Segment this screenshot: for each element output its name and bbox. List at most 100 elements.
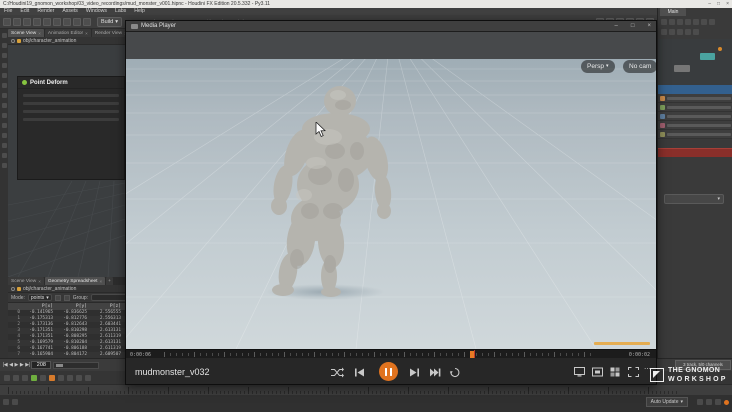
desktop-selector[interactable]: Build ▾ — [97, 16, 122, 27]
viewport-tool-icon[interactable] — [1, 33, 7, 38]
network-toolbar-icon[interactable] — [685, 19, 691, 25]
minimize-icon[interactable]: – — [615, 21, 618, 32]
update-indicator-icon[interactable] — [724, 399, 729, 405]
menu-item-help[interactable]: Help — [130, 8, 149, 15]
network-toolbar-icon[interactable] — [677, 19, 683, 25]
viewport-tool-icon[interactable] — [1, 73, 7, 78]
channels-icon[interactable] — [610, 367, 620, 377]
menu-item-edit[interactable]: Edit — [16, 8, 33, 15]
network-toolbar-icon[interactable] — [677, 29, 683, 35]
viewport-tool-icon[interactable] — [1, 93, 7, 98]
mode-select[interactable]: points ▾ — [27, 294, 52, 301]
tab-close-icon[interactable]: × — [38, 279, 41, 284]
viewport-tool-icon[interactable] — [1, 143, 7, 148]
maximize-icon[interactable]: □ — [631, 21, 635, 32]
media-viewport[interactable]: Persp ▾ No cam — [126, 32, 656, 349]
node-list-item[interactable] — [658, 130, 732, 139]
maximize-icon[interactable]: □ — [717, 0, 720, 8]
status-icon[interactable] — [3, 399, 9, 405]
tab-animation-editor[interactable]: Animation Editor × — [44, 29, 91, 37]
menu-item-file[interactable]: File — [0, 8, 16, 15]
menu-item-assets[interactable]: Assets — [58, 8, 82, 15]
point-deform-panel[interactable]: Point Deform — [17, 76, 125, 180]
viewport-tool-icon[interactable] — [1, 163, 7, 168]
network-node[interactable] — [674, 65, 690, 72]
status-icon[interactable] — [715, 399, 721, 405]
aspect-ratio-icon[interactable] — [592, 367, 603, 377]
network-toolbar-icon[interactable] — [661, 19, 667, 25]
menu-item-render[interactable]: Render — [33, 8, 58, 15]
fullscreen-icon[interactable] — [628, 367, 639, 377]
viewport-tool-icon[interactable] — [1, 83, 7, 88]
close-icon[interactable]: × — [647, 21, 651, 32]
selected-path-bar[interactable] — [658, 85, 732, 94]
play-pause-button[interactable] — [379, 362, 398, 381]
status-icon[interactable] — [12, 399, 18, 405]
loop-icon[interactable] — [449, 367, 461, 378]
playbar-toggle-icon[interactable] — [58, 374, 64, 381]
spreadsheet-option-icon[interactable] — [54, 294, 61, 301]
status-icon[interactable] — [697, 399, 703, 405]
display-options-icon[interactable] — [574, 367, 585, 377]
toolbar-icon[interactable] — [83, 17, 91, 26]
toolbar-icon[interactable] — [33, 17, 41, 26]
network-toolbar-icon[interactable] — [693, 19, 699, 25]
playbar-toggle-icon[interactable] — [40, 374, 46, 381]
skip-forward-icon[interactable] — [429, 367, 441, 378]
playbar-toggle-icon[interactable] — [4, 374, 10, 381]
viewport-tool-icon[interactable] — [1, 113, 7, 118]
new-tab-button[interactable]: + — [106, 277, 113, 285]
persp-view-button[interactable]: Persp ▾ — [581, 60, 615, 73]
toolbar-icon[interactable] — [23, 17, 31, 26]
network-toolbar-icon[interactable] — [709, 19, 715, 25]
network-toolbar-icon[interactable] — [669, 19, 675, 25]
auto-update-selector[interactable]: Auto Update ▾ — [645, 397, 688, 407]
playbar-toggle-icon[interactable] — [31, 374, 37, 381]
node-list-item[interactable] — [658, 112, 732, 121]
go-to-end-button[interactable]: ▶| — [25, 362, 30, 368]
viewport-tool-icon[interactable] — [1, 43, 7, 48]
node-list-item[interactable] — [658, 103, 732, 112]
viewport-tool-icon[interactable] — [1, 103, 7, 108]
current-frame-field[interactable]: 208 — [31, 361, 52, 369]
minimize-icon[interactable]: – — [708, 0, 711, 8]
playbar-toggle-icon[interactable] — [22, 374, 28, 381]
playbar-toggle-icon[interactable] — [67, 374, 73, 381]
tab-geometry-spreadsheet[interactable]: Geometry Spreadsheet × — [44, 277, 106, 285]
network-toolbar-icon[interactable] — [685, 29, 691, 35]
menu-item-windows[interactable]: Windows — [82, 8, 111, 15]
playbar-toggle-icon[interactable] — [76, 374, 82, 381]
next-frame-button[interactable]: ▶ — [20, 362, 24, 368]
network-toolbar-icon[interactable] — [693, 29, 699, 35]
network-node[interactable] — [700, 53, 715, 60]
viewport-tool-icon[interactable] — [1, 123, 7, 128]
pin-icon[interactable] — [11, 286, 15, 291]
media-player-titlebar[interactable]: Media Player – □ × — [126, 21, 656, 32]
shuffle-icon[interactable] — [330, 367, 344, 378]
tab-main[interactable]: Main — [660, 8, 686, 16]
step-forward-icon[interactable] — [409, 367, 420, 378]
network-view[interactable] — [658, 39, 732, 85]
tab-close-icon[interactable]: × — [38, 31, 41, 36]
tab-scene-view[interactable]: Scene View × — [8, 277, 44, 285]
status-icon[interactable] — [706, 399, 712, 405]
group-input[interactable] — [91, 294, 130, 301]
network-toolbar-icon[interactable] — [701, 19, 707, 25]
viewport-tool-icon[interactable] — [1, 153, 7, 158]
parameter-dropdown[interactable]: ▾ — [664, 194, 724, 204]
node-list-item[interactable] — [658, 121, 732, 130]
play-button[interactable]: ▶ — [15, 362, 19, 368]
network-toolbar-icon[interactable] — [661, 29, 667, 35]
viewport-tool-icon[interactable] — [1, 133, 7, 138]
frame-range-slider[interactable] — [53, 361, 100, 369]
network-toolbar-icon[interactable] — [669, 29, 675, 35]
slider-handle[interactable] — [56, 363, 64, 367]
viewport-tool-icon[interactable] — [1, 53, 7, 58]
close-icon[interactable]: × — [726, 0, 729, 8]
skip-back-icon[interactable] — [354, 367, 365, 378]
node-enabled-indicator[interactable] — [22, 80, 27, 85]
timeline-ruler[interactable] — [0, 384, 732, 395]
media-timeline[interactable]: 0:00:06 0:00:02 — [126, 349, 656, 359]
tab-close-icon[interactable]: × — [100, 279, 103, 284]
toolbar-icon[interactable] — [53, 17, 61, 26]
